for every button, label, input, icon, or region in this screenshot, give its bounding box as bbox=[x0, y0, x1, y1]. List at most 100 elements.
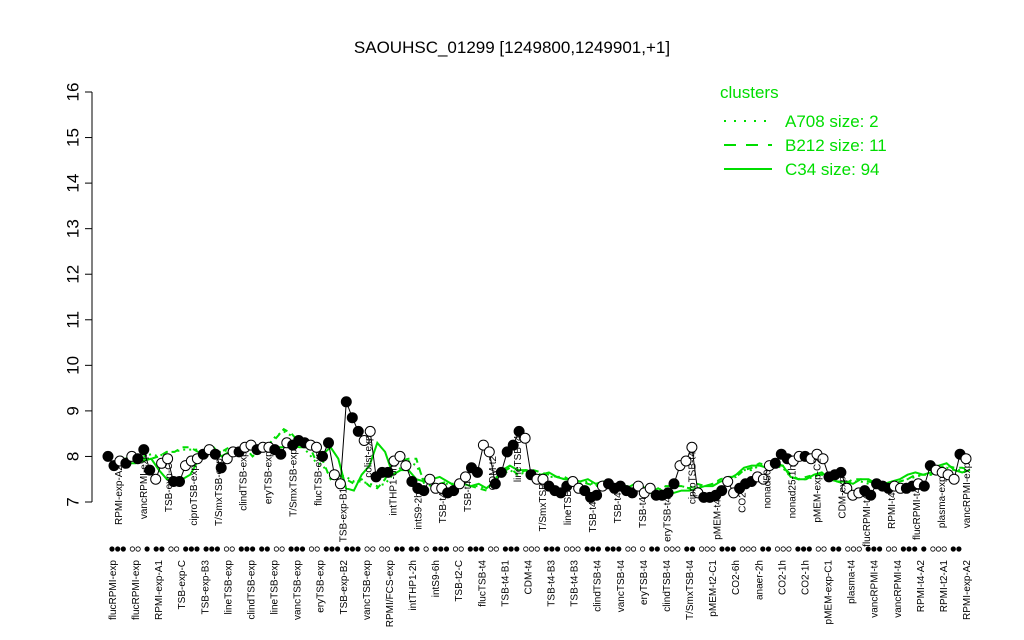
data-point bbox=[835, 466, 847, 478]
x-axis-label: clindTSB-t4 bbox=[662, 560, 673, 612]
rug-mark bbox=[115, 546, 121, 552]
x-axis-label: TSB-t2-C bbox=[454, 560, 465, 602]
x-axis-label: vancTSB-t4 bbox=[616, 560, 627, 613]
rug-mark bbox=[941, 546, 947, 552]
point-annotation: CDM-exp bbox=[837, 476, 848, 519]
rug-mark bbox=[584, 546, 590, 552]
data-point bbox=[591, 489, 603, 501]
rug-mark bbox=[563, 546, 570, 552]
rug-mark bbox=[610, 546, 616, 552]
rug-mark bbox=[443, 546, 450, 552]
y-tick-label: 8 bbox=[63, 452, 82, 461]
rug-mark bbox=[168, 546, 174, 552]
y-tick-label: 13 bbox=[63, 219, 82, 238]
rug-mark bbox=[414, 546, 420, 552]
rug-mark bbox=[323, 546, 329, 552]
rug-mark bbox=[214, 546, 220, 552]
rug-mark bbox=[534, 546, 540, 552]
rug-mark bbox=[616, 546, 622, 552]
rug-mark bbox=[508, 546, 514, 552]
rug-mark bbox=[625, 546, 631, 552]
rug-mark bbox=[299, 546, 306, 552]
x-axis-label: lineTSB-exp bbox=[223, 560, 234, 615]
data-point bbox=[311, 441, 322, 453]
rug-mark bbox=[153, 546, 159, 552]
rug-mark bbox=[438, 546, 444, 552]
point-annotation: nonad50 bbox=[763, 469, 774, 508]
legend-label-a708: A708 size: 2 bbox=[785, 112, 879, 131]
x-axis-label: lineTSB-exp bbox=[270, 560, 281, 615]
rug-mark bbox=[891, 546, 897, 552]
x-axis-label: pMEM-exp-C1 bbox=[824, 560, 835, 625]
point-annotation: pMEM-exp-C2 bbox=[812, 458, 823, 523]
point-annotation: colist-exp bbox=[363, 435, 374, 478]
data-point bbox=[352, 425, 364, 437]
x-axis-label: CO2-6h bbox=[731, 560, 742, 595]
x-axis-label: CDM-t4 bbox=[524, 560, 535, 595]
x-axis-label: RPMI/FCS-exp bbox=[385, 560, 396, 628]
point-annotations: RPMI-exp-A2 vancRPMI-exp TSB-exp-C ciproTSB… bbox=[114, 435, 973, 547]
x-axis-label: flucTSB-t4 bbox=[477, 560, 488, 607]
rug-mark bbox=[514, 546, 520, 552]
rug-mark bbox=[423, 546, 429, 552]
point-annotation: flucRPMI-t4 bbox=[862, 494, 873, 547]
x-axis-label: T/SmxTSB-t4 bbox=[685, 560, 696, 620]
x-axis-label: RPMI-exp-A2 bbox=[962, 560, 973, 620]
rug-mark bbox=[595, 546, 602, 552]
rug-mark bbox=[856, 546, 862, 552]
chart-title: SAOUHSC_01299 [1249800,1249901,+1] bbox=[354, 38, 670, 57]
rug-mark bbox=[355, 546, 361, 552]
x-axis-label: RPMI-t2-A1 bbox=[939, 560, 950, 613]
point-annotation: TSB-t4 bbox=[463, 480, 474, 512]
rug-mark bbox=[704, 546, 710, 552]
data-point bbox=[394, 450, 406, 462]
rug-mark bbox=[549, 546, 555, 552]
x-axis-label: plasma-t4 bbox=[847, 560, 858, 604]
rug-mark bbox=[203, 546, 209, 552]
rug-mark bbox=[478, 546, 485, 552]
point-annotation: TSB-t4 bbox=[588, 501, 599, 533]
rug-mark bbox=[159, 546, 165, 552]
rug-mark bbox=[314, 546, 320, 552]
rug-mark bbox=[393, 546, 400, 552]
rug-mark bbox=[329, 546, 335, 552]
chart: SAOUHSC_01299 [1249800,1249901,+1] 7 8 9 10… bbox=[63, 38, 973, 628]
x-axis-label: RPMI-exp-A1 bbox=[154, 560, 165, 620]
point-annotation: flucTSB-exp bbox=[314, 451, 325, 506]
data-point bbox=[162, 453, 174, 465]
point-annotation: TSB-t4 bbox=[638, 496, 649, 528]
point-annotation: lineTSB-t4 bbox=[513, 435, 524, 482]
rug-mark bbox=[654, 546, 660, 552]
point-annotation: eryTSB-t4 bbox=[663, 496, 674, 541]
x-axis-label: intTHP1-2h bbox=[408, 560, 419, 611]
point-annotation: lineTSB bbox=[563, 490, 574, 525]
data-point bbox=[150, 473, 162, 485]
x-axis-label: anaer-2h bbox=[754, 560, 765, 600]
data-point bbox=[483, 446, 495, 458]
point-annotation: ciproTSB-exp bbox=[189, 465, 200, 526]
point-annotation: RPMI-t4 bbox=[887, 492, 898, 529]
rug-mark bbox=[109, 546, 115, 552]
point-annotation: T/SmxTSB-exp bbox=[289, 449, 300, 517]
x-axis-label: eryTSB-exp bbox=[316, 560, 327, 613]
rug-mark bbox=[523, 546, 529, 552]
rug-mark bbox=[906, 546, 912, 552]
x-axis-label: intS9-6h bbox=[431, 560, 442, 597]
y-tick-label: 15 bbox=[63, 128, 82, 147]
point-annotation: CDM-t2 bbox=[488, 455, 499, 490]
rug-mark bbox=[821, 546, 827, 552]
rug-mark bbox=[569, 546, 575, 552]
rug-mark bbox=[815, 546, 821, 552]
rug-mark bbox=[739, 546, 746, 552]
rug-mark bbox=[488, 546, 494, 552]
rug-mark bbox=[209, 546, 215, 552]
rug-mark bbox=[467, 546, 473, 552]
y-tick-label: 9 bbox=[63, 406, 82, 415]
data-point bbox=[400, 460, 412, 472]
point-annotation: T/SmxTSB-exp bbox=[214, 458, 225, 526]
data-point bbox=[960, 453, 972, 465]
rug-mark bbox=[129, 546, 135, 552]
x-axis-label: vancRPMI-t4 bbox=[870, 560, 881, 618]
rug-mark bbox=[669, 546, 675, 552]
data-point bbox=[102, 450, 114, 462]
